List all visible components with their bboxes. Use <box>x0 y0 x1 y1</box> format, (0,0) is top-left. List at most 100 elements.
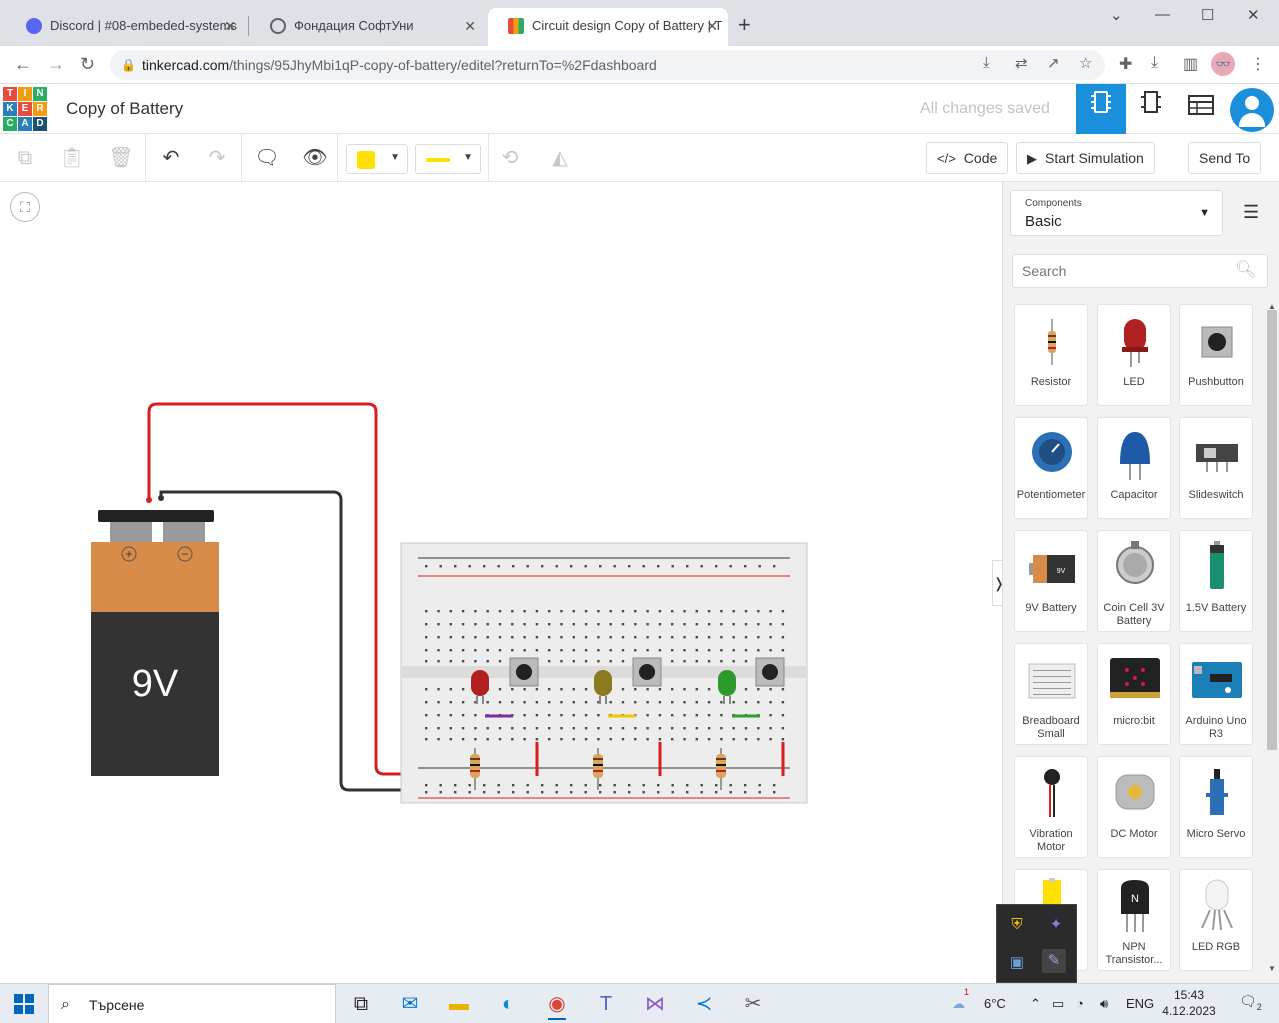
start-simulation-button[interactable]: ▶ Start Simulation <box>1016 142 1155 174</box>
undo-icon[interactable]: ↶ <box>156 143 186 173</box>
teams-icon[interactable]: T <box>589 988 623 1020</box>
scroll-up-icon[interactable]: ▲ <box>1268 302 1276 311</box>
back-icon[interactable]: ← <box>14 54 32 75</box>
task-view-icon[interactable]: ⧉ <box>344 988 378 1020</box>
editor-toolbar: ⧉ 📋︎ 🗑︎ ↶ ↷ 🗨︎ 👁︎ ▼ ▼ ⟲ ◭ </> Code ▶ Start… <box>0 134 1279 182</box>
component-search-input[interactable] <box>1012 254 1268 288</box>
schematic-view-button[interactable] <box>1126 84 1176 134</box>
component-potentiometer[interactable]: Potentiometer <box>1014 417 1088 519</box>
side-panel-icon[interactable]: ▥ <box>1183 54 1198 74</box>
chrome-icon[interactable]: ◉ <box>540 988 574 1020</box>
rotate-icon[interactable]: ⟲ <box>495 143 525 173</box>
component-micro-servo[interactable]: Micro Servo <box>1179 756 1253 858</box>
profile-avatar[interactable]: 👓 <box>1211 52 1235 76</box>
forward-icon[interactable]: → <box>47 54 65 75</box>
flip-icon[interactable]: ◭ <box>545 143 575 173</box>
component-pushbutton[interactable]: Pushbutton <box>1179 304 1253 406</box>
minimize-button[interactable]: — <box>1155 6 1170 23</box>
search-icon[interactable]: 🔍︎ <box>1235 260 1257 280</box>
menu-icon[interactable]: ⋮ <box>1250 54 1266 74</box>
components-dropdown[interactable]: Components Basic ▼ <box>1010 190 1223 236</box>
bookmark-star-icon[interactable]: ☆ <box>1079 54 1092 72</box>
network-app-icon[interactable]: ▣ <box>1005 951 1029 975</box>
new-tab-button[interactable]: + <box>738 12 751 38</box>
vscode-icon[interactable]: ≺ <box>687 988 721 1020</box>
component-resistor[interactable]: Resistor <box>1014 304 1088 406</box>
lock-icon[interactable]: 🔒 <box>121 50 136 80</box>
component-arduino-uno[interactable]: Arduino Uno R3 <box>1179 643 1253 745</box>
scroll-down-icon[interactable]: ▼ <box>1268 964 1276 973</box>
circuit-view-button[interactable] <box>1076 84 1126 134</box>
teams-icon[interactable]: ✦ <box>1044 913 1068 937</box>
mail-icon[interactable]: ✉ <box>393 988 427 1020</box>
wire-type-picker[interactable]: ▼ <box>415 144 481 174</box>
maximize-button[interactable]: ☐ <box>1201 6 1214 24</box>
clock-date: 4.12.2023 г. <box>1162 1004 1216 1023</box>
pen-app-icon[interactable]: ✎ <box>1042 949 1066 973</box>
close-window-button[interactable]: ✕ <box>1247 6 1260 24</box>
component-1-5v-battery[interactable]: 1.5V Battery <box>1179 530 1253 632</box>
component-capacitor[interactable]: Capacitor <box>1097 417 1171 519</box>
install-app-icon[interactable]: ⤓ <box>983 54 990 71</box>
component-microbit[interactable]: micro:bit <box>1097 643 1171 745</box>
delete-icon[interactable]: 🗑︎ <box>106 143 136 173</box>
weather-temp[interactable]: 6°C <box>984 984 1006 1023</box>
visual-studio-icon[interactable]: ⋈ <box>638 988 672 1020</box>
url-host: tinkercad.com <box>142 57 230 73</box>
send-to-button[interactable]: Send To <box>1188 142 1262 174</box>
component-vibration-motor[interactable]: Vibration Motor <box>1014 756 1088 858</box>
tinkercad-logo[interactable]: T I N K E R C A D <box>3 87 47 131</box>
chevron-up-icon[interactable]: ⌃ <box>1030 984 1041 1023</box>
component-slideswitch[interactable]: Slideswitch <box>1179 417 1253 519</box>
code-button[interactable]: </> Code <box>926 142 1009 174</box>
tab-softuni[interactable]: Фондация СофтУни ✕ <box>250 8 486 46</box>
component-breadboard-small[interactable]: Breadboard Small <box>1014 643 1088 745</box>
list-view-icon[interactable]: ☰ <box>1243 202 1259 223</box>
volume-icon[interactable]: 🔊︎ <box>1100 984 1108 1023</box>
security-shield-icon[interactable]: ⛨ <box>1005 913 1029 937</box>
downloads-icon[interactable]: ⤓ <box>1151 54 1158 72</box>
redo-icon[interactable]: ↷ <box>202 143 232 173</box>
notifications-icon[interactable]: 🗨︎2 <box>1239 993 1262 1012</box>
extensions-icon[interactable]: ✚ <box>1119 54 1132 74</box>
component-dc-motor[interactable]: DC Motor <box>1097 756 1171 858</box>
component-9v-battery[interactable]: 9V 9V Battery <box>1014 530 1088 632</box>
copy-icon[interactable]: ⧉ <box>10 143 40 173</box>
battery-label: 9V <box>132 663 179 705</box>
notes-visibility-icon[interactable]: 👁︎ <box>300 143 330 173</box>
tab-discord[interactable]: Discord | #08-embeded-systems ✕ <box>6 8 246 46</box>
start-button[interactable] <box>14 994 34 1014</box>
taskbar-search-field[interactable]: ⌕ Търсене <box>48 984 336 1023</box>
svg-text:9V: 9V <box>1057 568 1066 575</box>
clock[interactable]: 15:43 4.12.2023 г. <box>1158 987 1220 1023</box>
reload-icon[interactable]: ↻ <box>80 54 95 75</box>
language-indicator[interactable]: ENG <box>1126 984 1154 1023</box>
component-led-rgb[interactable]: LED RGB <box>1179 869 1253 971</box>
wifi-icon[interactable]: ◔ <box>1076 984 1084 1023</box>
close-icon[interactable]: ✕ <box>706 8 718 44</box>
file-explorer-icon[interactable]: ▬ <box>442 988 476 1020</box>
component-led[interactable]: LED <box>1097 304 1171 406</box>
document-title[interactable]: Copy of Battery <box>66 99 183 119</box>
play-icon: ▶ <box>1027 151 1037 166</box>
user-avatar[interactable] <box>1230 88 1274 132</box>
chevron-down-icon: ▼ <box>1199 207 1210 219</box>
share-icon[interactable]: ↗ <box>1047 54 1060 72</box>
snipping-tool-icon[interactable]: ✂ <box>736 988 770 1020</box>
paste-icon[interactable]: 📋︎ <box>57 143 87 173</box>
component-list-view-button[interactable] <box>1176 84 1226 134</box>
notes-icon[interactable]: 🗨︎ <box>252 143 282 173</box>
component-npn-transistor[interactable]: N NPN Transistor... <box>1097 869 1171 971</box>
panel-scrollbar[interactable] <box>1267 310 1277 750</box>
component-coin-cell[interactable]: Coin Cell 3V Battery <box>1097 530 1171 632</box>
translate-icon[interactable]: ⇄ <box>1015 54 1028 72</box>
close-icon[interactable]: ✕ <box>224 8 236 44</box>
url-field[interactable]: 🔒 tinkercad.com/things/95JhyMbi1qP-copy-… <box>110 50 1105 80</box>
wire-color-picker[interactable]: ▼ <box>346 144 408 174</box>
meet-now-icon[interactable]: ▭ <box>1052 984 1064 1023</box>
tab-tinkercad[interactable]: Circuit design Copy of Battery | T ✕ <box>488 8 728 46</box>
circuit-canvas[interactable]: ⛶ + − 9V <box>0 182 1002 983</box>
close-icon[interactable]: ✕ <box>464 8 476 44</box>
edge-icon[interactable]: ◐ <box>491 988 525 1020</box>
tab-search-icon[interactable]: ⌄ <box>1110 6 1123 24</box>
